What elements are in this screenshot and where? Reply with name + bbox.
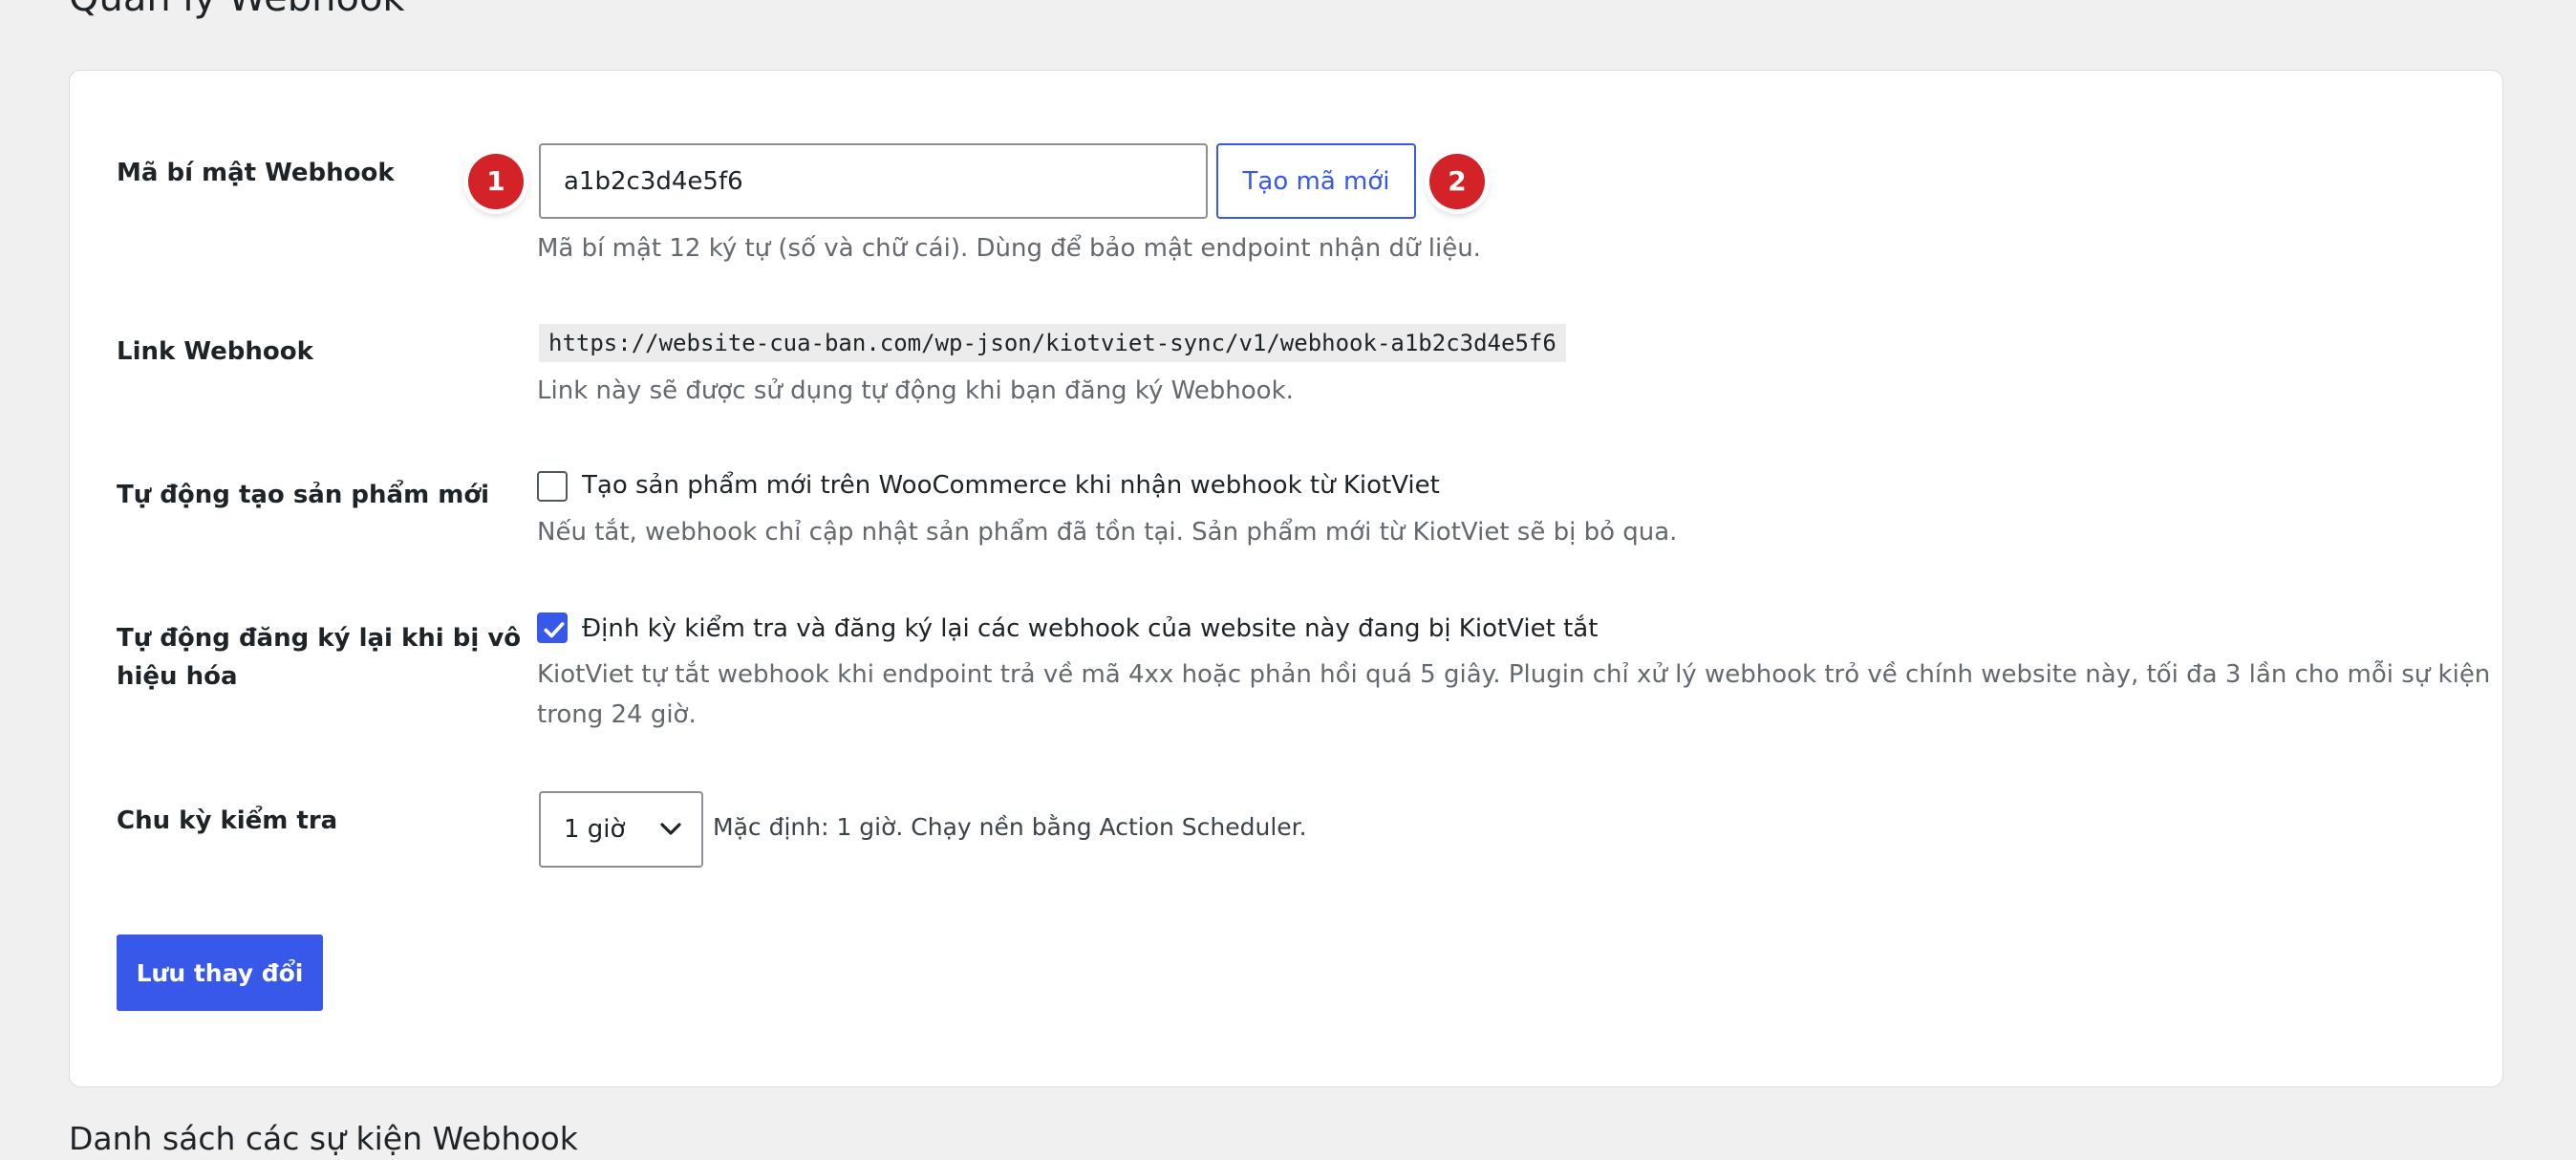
secret-label: Mã bí mật Webhook <box>117 159 395 187</box>
page-title: Quản lý Webhook <box>69 0 405 17</box>
save-button[interactable]: Lưu thay đổi <box>117 934 323 1011</box>
link-label: Link Webhook <box>117 337 313 366</box>
interval-select[interactable]: 1 giờ <box>539 791 703 868</box>
auto-create-label: Tự động tạo sản phẩm mới <box>117 481 490 509</box>
secret-input[interactable] <box>539 143 1208 219</box>
events-section-title: Danh sách các sự kiện Webhook <box>69 1120 578 1157</box>
auto-reregister-label-line2: hiệu hóa <box>117 662 238 691</box>
checkmark-icon <box>544 622 565 638</box>
auto-reregister-checkbox-label[interactable]: Định kỳ kiểm tra và đăng ký lại các webh… <box>582 610 1598 648</box>
auto-reregister-checkbox[interactable] <box>537 612 568 643</box>
auto-reregister-label-line1: Tự động đăng ký lại khi bị vô <box>117 624 522 653</box>
secret-description: Mã bí mật 12 ký tự (số và chữ cái). Dùng… <box>537 234 1481 263</box>
step-marker-2: 2 <box>1429 154 1485 209</box>
interval-label: Chu kỳ kiểm tra <box>117 806 338 835</box>
step-marker-1: 1 <box>468 154 524 209</box>
auto-reregister-description-line2: trong 24 giờ. <box>537 700 697 729</box>
auto-create-checkbox-label[interactable]: Tạo sản phẩm mới trên WooCommerce khi nh… <box>582 466 1440 505</box>
auto-reregister-description-line1: KiotViet tự tắt webhook khi endpoint trả… <box>537 660 2491 689</box>
link-description: Link này sẽ được sử dụng tự động khi bạn… <box>537 376 1294 405</box>
webhook-url: https://website-cua-ban.com/wp-json/kiot… <box>539 324 1566 362</box>
settings-card <box>69 70 2503 1087</box>
interval-description: Mặc định: 1 giờ. Chạy nền bằng Action Sc… <box>713 813 1307 841</box>
interval-select-value: 1 giờ <box>564 815 626 844</box>
generate-secret-button[interactable]: Tạo mã mới <box>1216 143 1416 219</box>
auto-create-description: Nếu tắt, webhook chỉ cập nhật sản phẩm đ… <box>537 518 1678 547</box>
auto-create-checkbox[interactable] <box>537 471 568 502</box>
chevron-down-icon <box>660 823 681 835</box>
